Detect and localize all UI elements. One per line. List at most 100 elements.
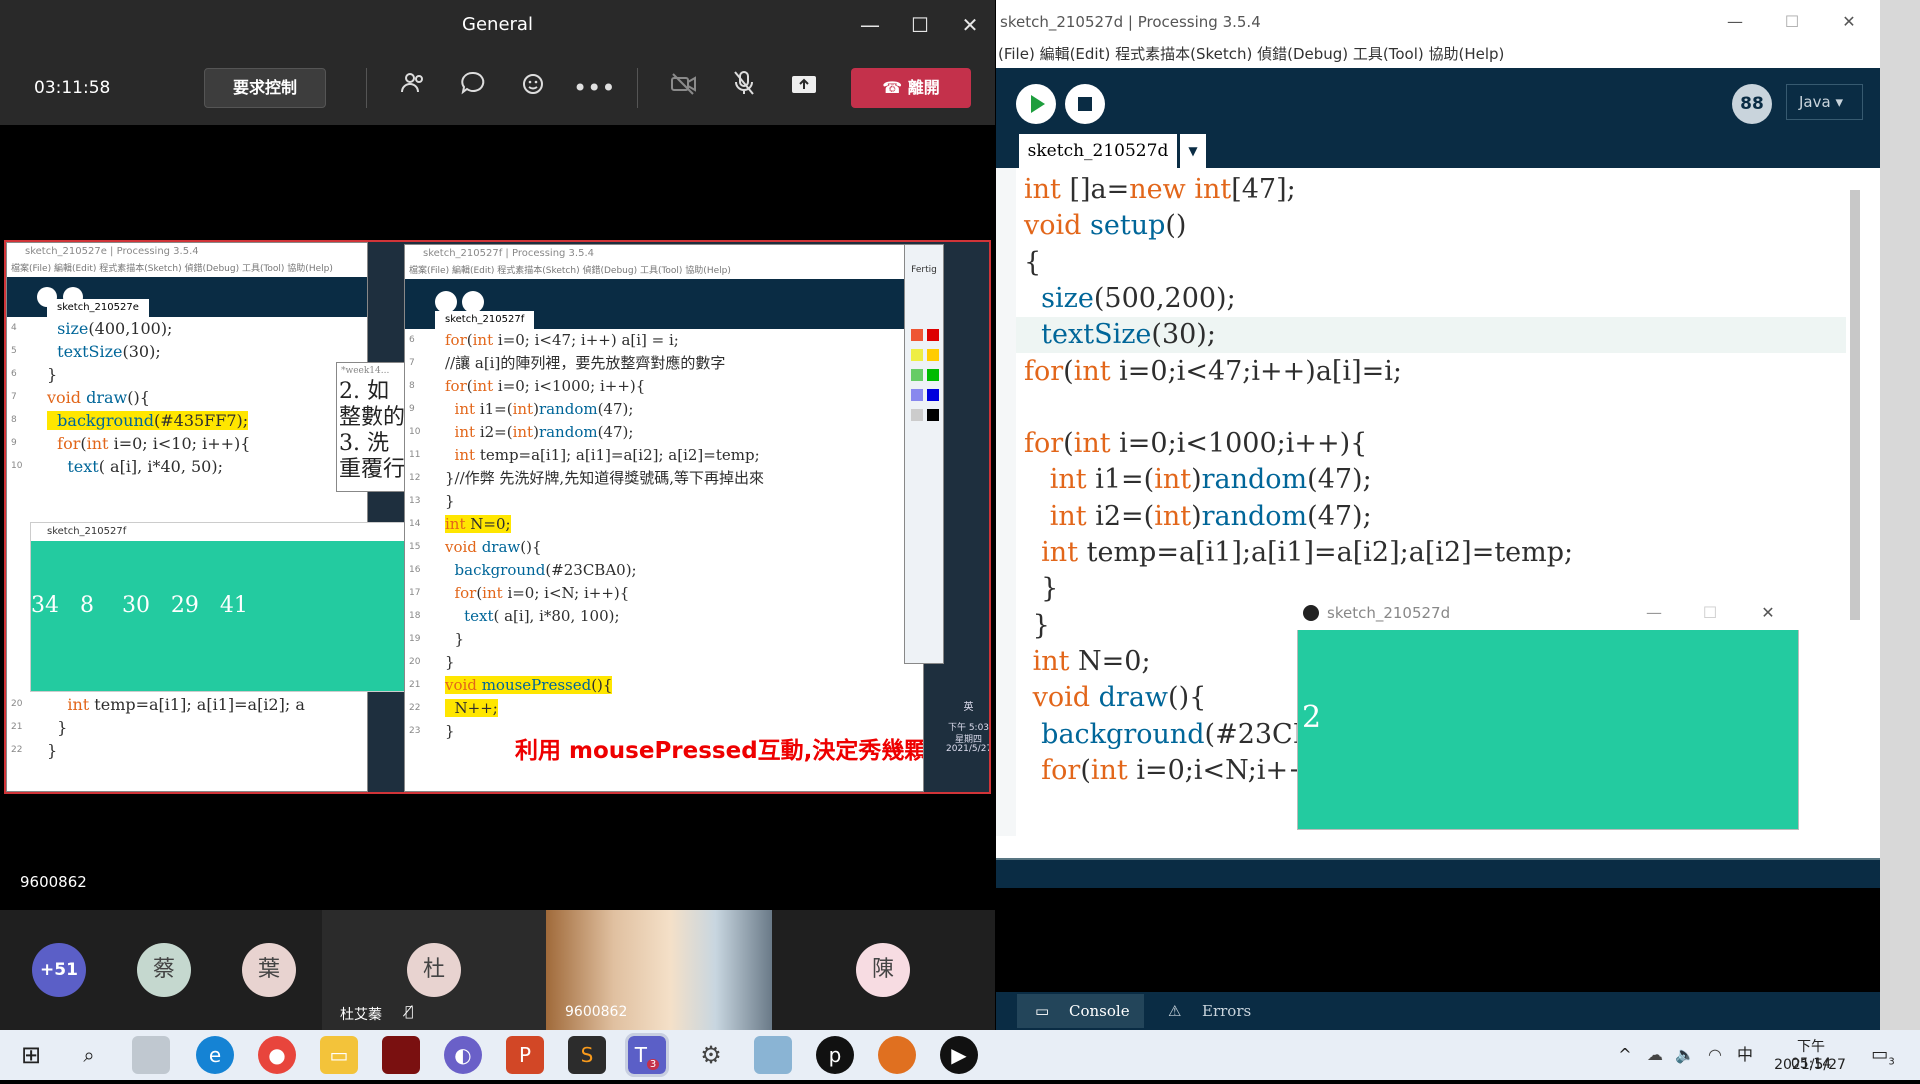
debugger-icon[interactable]: 88 [1732, 84, 1772, 124]
palette-label: Fertig [911, 265, 937, 275]
code-line[interactable]: 11 int temp=a[i1];a[i1]=a[i2];a[i2]=temp… [996, 535, 1846, 571]
code-text: int i2=(int)random(47); [454, 423, 634, 441]
maximize-button[interactable]: ☐ [1767, 0, 1817, 44]
horizontal-scrollbar[interactable] [996, 836, 1864, 858]
week14-document-window: *week14... 2. 如整數的 3. 洗重覆行 [336, 362, 406, 492]
chrome-icon[interactable]: ● [258, 1036, 296, 1074]
clock-date[interactable]: 2021/5/27 [1762, 1057, 1858, 1073]
powerpoint-icon[interactable]: P [506, 1036, 544, 1074]
sketch-output-window[interactable] [1297, 596, 1799, 830]
more-participants[interactable]: +51 [32, 943, 86, 997]
share-screen-icon[interactable] [784, 68, 824, 108]
meeting-toolbar [0, 50, 995, 125]
blue-marker-swatch[interactable] [927, 389, 939, 401]
ime-indicator[interactable]: 中 [1726, 1036, 1764, 1074]
stop-button[interactable] [1065, 84, 1105, 124]
code-line[interactable]: 3{ [996, 245, 1846, 281]
code-text: text( a[i], i*40, 50); [67, 457, 223, 476]
green-marker-swatch[interactable] [927, 369, 939, 381]
start-icon[interactable]: ⊞ [12, 1036, 50, 1074]
code-line[interactable]: 6for(int i=0;i<47;i++)a[i]=i; [996, 354, 1846, 390]
code-text: } [445, 653, 455, 671]
code-line: 20} [405, 651, 923, 674]
tab-errors[interactable]: ⚠ Errors [1150, 994, 1280, 1028]
scrollbar-thumb[interactable] [1850, 190, 1860, 620]
close-button[interactable]: ✕ [1750, 596, 1786, 630]
line-number: 16 [409, 565, 421, 575]
code-line[interactable]: 1int []a=new int[47]; [996, 172, 1846, 208]
gray-pen-swatch[interactable] [911, 409, 923, 421]
avatar[interactable]: 陳 [856, 943, 910, 997]
code-line[interactable]: 8for(int i=0;i<1000;i++){ [996, 426, 1846, 462]
discord-icon[interactable]: ◐ [444, 1036, 482, 1074]
photos-app-icon[interactable] [132, 1036, 170, 1074]
code-line[interactable]: 2void setup() [996, 208, 1846, 244]
code-text: background(#435FF7); [47, 411, 249, 430]
mic-muted-icon[interactable] [724, 68, 764, 108]
processing-icon[interactable]: p [816, 1036, 854, 1074]
code-line: 19 } [405, 628, 923, 651]
code-text: int temp=a[i1];a[i1]=a[i2];a[i2]=temp; [1041, 537, 1574, 568]
media-player-icon[interactable]: ▶ [940, 1036, 978, 1074]
avatar[interactable]: 蔡 [137, 943, 191, 997]
tab-console[interactable]: ▭ Console [1017, 994, 1144, 1028]
camera-off-icon[interactable] [664, 68, 704, 108]
line-gutter [996, 168, 1016, 836]
code-text: textSize(30); [1041, 319, 1216, 351]
annotation-palette[interactable]: Fertig [904, 244, 944, 664]
run-button[interactable] [1016, 84, 1056, 124]
yellow-marker-swatch[interactable] [927, 349, 939, 361]
search-icon[interactable]: ⌕ [70, 1036, 108, 1074]
request-control-button[interactable]: 要求控制 [204, 68, 326, 108]
mode-select[interactable]: Java ▾ [1786, 84, 1863, 120]
avatar[interactable]: 葉 [242, 943, 296, 997]
participants-icon[interactable] [393, 68, 433, 108]
code-editor-bottom: 20 int temp=a[i1]; a[i1]=a[i2]; a 21 } 22} [7, 693, 367, 762]
code-line: 8 for(int i=0; i<1000; i++){ [405, 375, 923, 398]
menu-bar[interactable]: (File) 編輯(Edit) 程式素描本(Sketch) 偵錯(Debug) … [996, 44, 1880, 68]
notes-icon[interactable] [754, 1036, 792, 1074]
paint-app-icon[interactable] [878, 1036, 916, 1074]
code-line[interactable]: 10 int i2=(int)random(47); [996, 499, 1846, 535]
code-text: for(int i=0; i<47; i++) a[i] = i; [445, 331, 679, 349]
line-number: 6 [11, 369, 17, 379]
toolbar-divider [637, 68, 638, 108]
more-options-icon[interactable]: ••• [573, 68, 615, 108]
line-number: 10 [409, 427, 421, 437]
maximize-button[interactable]: ☐ [1692, 596, 1728, 630]
editor-console-divider[interactable] [996, 858, 1880, 888]
minimize-button[interactable]: — [1710, 0, 1760, 44]
reactions-icon[interactable] [513, 68, 553, 108]
maximize-button[interactable]: ☐ [895, 0, 945, 50]
code-editor: 6 for(int i=0; i<47; i++) a[i] = i; 7 //讓 a… [405, 329, 923, 743]
close-button[interactable]: ✕ [945, 0, 995, 50]
run-icon [435, 291, 457, 313]
red-pen-swatch[interactable] [911, 329, 923, 341]
leave-button[interactable]: ☎ 離開 [851, 68, 971, 108]
code-line[interactable]: 9 int i1=(int)random(47); [996, 462, 1846, 498]
settings-icon[interactable]: ⚙ [692, 1036, 730, 1074]
code-text: } [47, 718, 68, 737]
tab-sketch[interactable]: sketch_210527d [1019, 134, 1177, 168]
minimize-button[interactable]: — [845, 0, 895, 50]
chat-icon[interactable] [453, 68, 493, 108]
minimize-button[interactable]: — [1636, 596, 1672, 630]
black-marker-swatch[interactable] [927, 409, 939, 421]
yellow-pen-swatch[interactable] [911, 349, 923, 361]
notification-icon[interactable]: ▭3 [1864, 1036, 1902, 1074]
file-explorer-icon[interactable]: ▭ [320, 1036, 358, 1074]
blue-pen-swatch[interactable] [911, 389, 923, 401]
code-line[interactable]: 5 textSize(30); [996, 317, 1846, 354]
edge-icon[interactable]: e [196, 1036, 234, 1074]
green-pen-swatch[interactable] [911, 369, 923, 381]
close-button[interactable]: ✕ [1824, 0, 1874, 44]
game-app-icon[interactable] [382, 1036, 420, 1074]
tab-menu-arrow[interactable]: ▼ [1180, 134, 1206, 168]
sublime-icon[interactable]: S [568, 1036, 606, 1074]
code-text: for(int i=0; i<1000; i++){ [445, 377, 646, 395]
red-marker-swatch[interactable] [927, 329, 939, 341]
console-output[interactable] [996, 888, 1880, 992]
code-line[interactable]: 4 size(500,200); [996, 281, 1846, 317]
code-line[interactable]: 7 [996, 390, 1846, 426]
teams-icon[interactable]: T3 [625, 1033, 669, 1077]
